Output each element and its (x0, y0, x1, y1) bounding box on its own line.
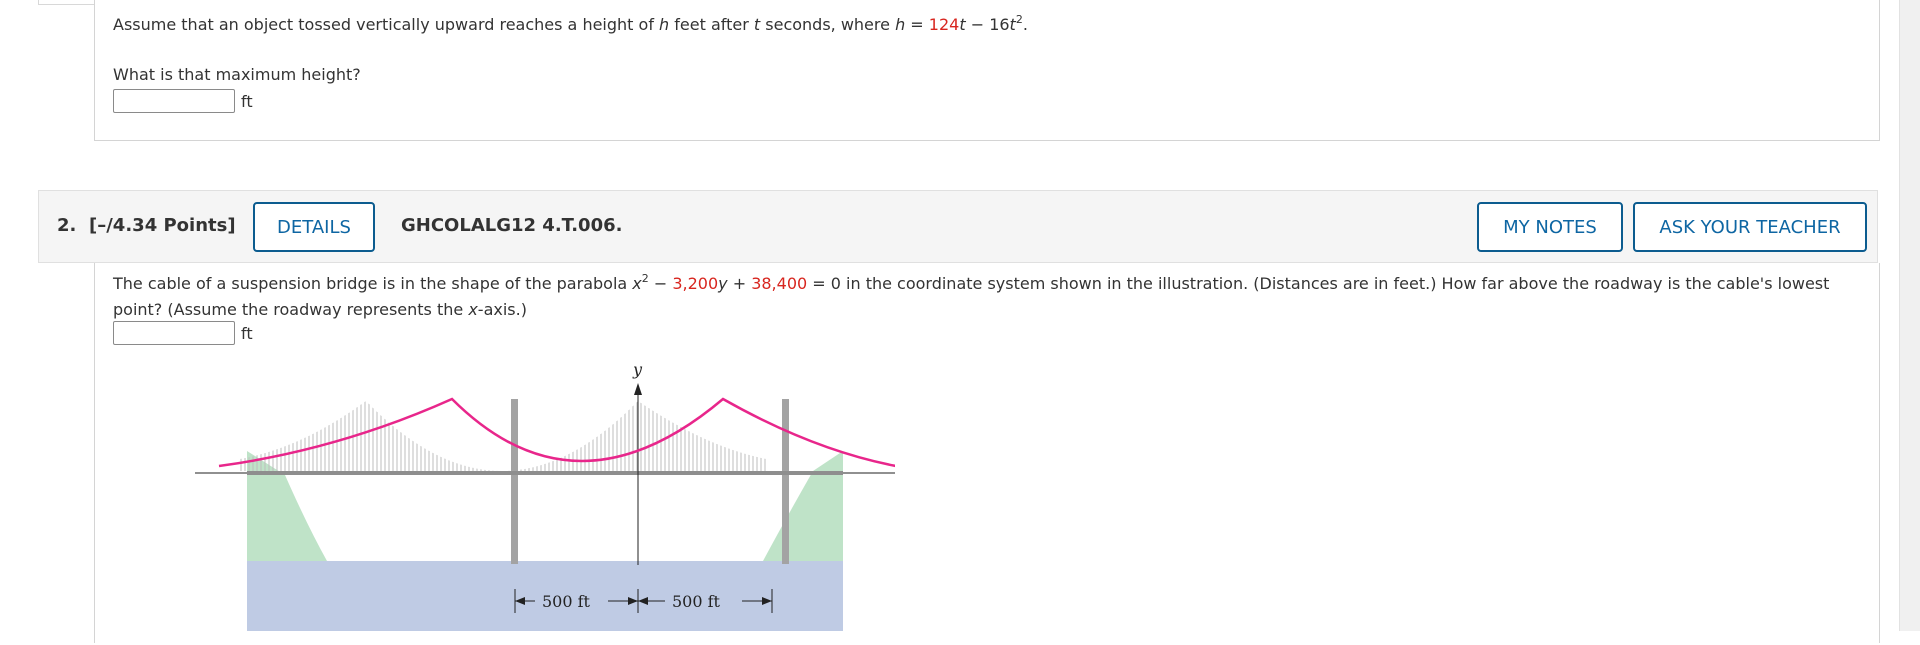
left-tower (511, 399, 518, 564)
question-2-header: 2. [–/4.34 Points] DETAILS GHCOLALG12 4.… (38, 190, 1878, 263)
variable-y: y (718, 274, 728, 293)
equals-sign: = (905, 15, 929, 34)
term: − 16 (965, 15, 1010, 34)
coefficient: 38,400 (751, 274, 808, 293)
question-1-subprompt: What is that maximum height? (113, 65, 361, 84)
my-notes-button[interactable]: MY NOTES (1477, 202, 1623, 252)
bridge-deck (247, 471, 843, 475)
operator: − (648, 274, 673, 293)
details-button[interactable]: DETAILS (253, 202, 375, 252)
question-1-answer-input[interactable] (113, 89, 235, 113)
y-axis-label: y (632, 360, 643, 379)
prompt-text: feet after (669, 15, 754, 34)
unit-label: ft (241, 323, 253, 343)
question-2-answer-input[interactable] (113, 321, 235, 345)
exponent: 2 (1015, 13, 1023, 26)
right-tower (782, 399, 789, 564)
question-2-body: The cable of a suspension bridge is in t… (94, 263, 1880, 643)
question-1-answer-row: ft (113, 89, 253, 113)
question-1-body: Assume that an object tossed vertically … (94, 0, 1880, 141)
question-code: GHCOLALG12 4.T.006. (401, 215, 623, 236)
right-hill (763, 451, 843, 561)
coefficient: 124 (928, 15, 960, 34)
ask-your-teacher-button[interactable]: ASK YOUR TEACHER (1633, 202, 1867, 252)
dimension-label-right: 500 ft (672, 592, 721, 611)
coefficient: 3,200 (672, 274, 719, 293)
punctuation: . (1022, 15, 1028, 34)
suspension-bridge-figure: y x 500 ft 500 ft (195, 360, 895, 631)
unit-label: ft (241, 91, 253, 111)
variable-x: x (632, 274, 642, 293)
dimension-label-left: 500 ft (542, 592, 591, 611)
prompt-text: The cable of a suspension bridge is in t… (113, 274, 633, 293)
suspender-cables (240, 401, 766, 471)
points-label: [–/4.34 Points] (89, 215, 236, 236)
variable-h: h (895, 15, 906, 34)
prompt-text: seconds, where (760, 15, 896, 34)
page-scrollbar[interactable] (1899, 0, 1920, 631)
exponent: 2 (641, 272, 649, 285)
question-2-answer-row: ft (113, 321, 253, 345)
y-axis-arrow (634, 383, 642, 395)
operator: + (727, 274, 752, 293)
prompt-text: Assume that an object tossed vertically … (113, 15, 660, 34)
variable-x: x (468, 300, 478, 319)
question-2-prompt: The cable of a suspension bridge is in t… (113, 271, 1853, 323)
prompt-text: -axis.) (477, 300, 527, 319)
question-number: 2. (57, 215, 77, 236)
variable-h: h (659, 15, 670, 34)
question-1-prompt: Assume that an object tossed vertically … (113, 12, 1028, 38)
